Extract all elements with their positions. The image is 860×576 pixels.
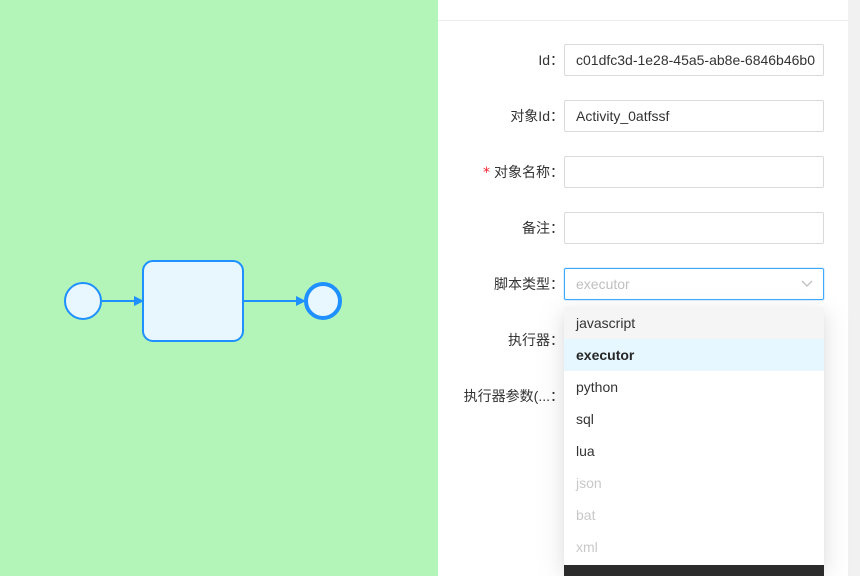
remark-label: 备注： [522, 220, 564, 236]
panel-header [438, 0, 848, 21]
task-activity[interactable] [142, 260, 244, 342]
script-type-label: 脚本类型： [494, 276, 564, 292]
dropdown-option-lua[interactable]: lua [564, 435, 824, 467]
scrollbar-track[interactable] [848, 0, 860, 576]
object-id-input[interactable]: Activity_0atfssf [564, 100, 824, 132]
dropdown-option-json: json [576, 475, 602, 491]
chevron-down-icon [801, 280, 813, 287]
id-input[interactable]: c01dfc3d-1e28-45a5-ab8e-6846b46b0 [564, 44, 824, 76]
bpmn-diagram [64, 260, 342, 342]
required-mark: * [483, 165, 490, 181]
form-row-remark: 备注： [438, 212, 848, 244]
form-row-object-name: * 对象名称： [438, 156, 848, 188]
dropdown-option-executor[interactable]: executor [564, 339, 824, 371]
id-label: Id： [538, 52, 564, 68]
executor-label: 执行器： [508, 332, 564, 348]
form-row-id: Id： c01dfc3d-1e28-45a5-ab8e-6846b46b0 [438, 44, 848, 76]
start-event[interactable] [64, 282, 102, 320]
dropdown-option-python[interactable]: python [564, 371, 824, 403]
script-type-value: executor [576, 276, 630, 292]
dropdown-option-sql[interactable]: sql [564, 403, 824, 435]
dropdown-option-bat: bat [576, 507, 596, 523]
form-row-object-id: 对象Id： Activity_0atfssf [438, 100, 848, 132]
form-row-script-type: 脚本类型： executor [438, 268, 848, 300]
object-name-label-text: 对象名称： [494, 164, 564, 180]
dropdown-option-javascript[interactable]: javascript [564, 307, 824, 339]
object-id-label: 对象Id： [510, 108, 564, 124]
script-type-dropdown: javascript executor python sql lua json … [564, 307, 824, 565]
executor-params-label: 执行器参数(...： [463, 388, 564, 404]
script-type-select[interactable]: executor [564, 268, 824, 300]
bpmn-canvas[interactable] [0, 0, 438, 576]
object-name-input[interactable] [564, 156, 824, 188]
object-name-label: * 对象名称： [483, 156, 564, 188]
end-event[interactable] [304, 282, 342, 320]
dropdown-option-xml: xml [576, 539, 598, 555]
editor-edge [564, 565, 824, 576]
remark-input[interactable] [564, 212, 824, 244]
